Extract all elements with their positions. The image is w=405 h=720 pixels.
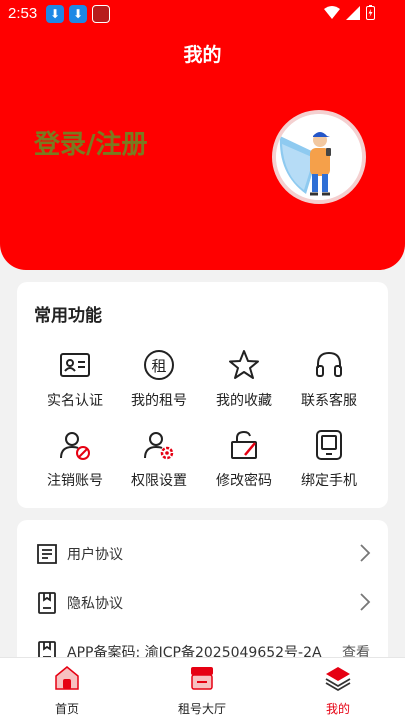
func-change-password[interactable]: 修改密码 <box>198 428 290 490</box>
func-label: 权限设置 <box>131 473 187 489</box>
lock-edit-icon <box>231 430 257 459</box>
func-favorites[interactable]: 我的收藏 <box>198 348 290 410</box>
common-functions-card: 常用功能 实名认证 租 我的租号 我的收藏 联系客服 注销账号 权限设置 修改密… <box>17 282 388 508</box>
func-label: 实名认证 <box>47 393 103 409</box>
tab-label: 租号大厅 <box>177 702 226 716</box>
notification-icons: ⬇ ⬇ <box>46 5 110 23</box>
page-title: 我的 <box>183 44 222 66</box>
tab-mine[interactable]: 我的 <box>288 664 388 717</box>
tab-home[interactable]: 首页 <box>17 664 117 717</box>
func-my-rentals[interactable]: 租 我的租号 <box>113 348 205 410</box>
section-title: 常用功能 <box>34 306 102 326</box>
home-icon <box>55 666 79 690</box>
func-customer-service[interactable]: 联系客服 <box>283 348 375 410</box>
func-real-name-auth[interactable]: 实名认证 <box>29 348 121 410</box>
layers-icon <box>325 667 351 692</box>
func-label: 我的租号 <box>131 393 187 409</box>
func-bind-phone[interactable]: 绑定手机 <box>283 428 375 490</box>
battery-icon <box>366 5 375 20</box>
download-icon: ⬇ <box>46 5 64 23</box>
tab-label: 首页 <box>54 702 79 716</box>
tab-label: 我的 <box>325 702 350 716</box>
download-icon: ⬇ <box>69 5 87 23</box>
phone-icon <box>316 430 342 460</box>
func-label: 联系客服 <box>301 393 357 409</box>
func-cancel-account[interactable]: 注销账号 <box>29 428 121 490</box>
func-permission-settings[interactable]: 权限设置 <box>113 428 205 490</box>
func-label: 注销账号 <box>47 473 103 489</box>
func-label: 修改密码 <box>216 473 272 489</box>
func-label: 我的收藏 <box>216 393 272 409</box>
avatar-illustration <box>276 114 362 200</box>
list-label: 隐私协议 <box>67 596 123 612</box>
chevron-right-icon <box>360 593 371 611</box>
list-item-user-agreement[interactable]: 用户协议 <box>17 530 388 578</box>
user-cancel-icon <box>60 432 90 460</box>
star-icon <box>229 350 259 379</box>
app-notification-icon <box>92 5 110 23</box>
tab-rental-hall[interactable]: 租号大厅 <box>152 664 252 717</box>
document-icon <box>37 544 57 564</box>
func-label: 绑定手机 <box>301 473 357 489</box>
status-time: 2:53 <box>8 5 38 22</box>
id-card-icon <box>60 353 90 377</box>
bottom-tab-bar: 首页 租号大厅 我的 <box>0 657 405 720</box>
list-item-privacy-agreement[interactable]: 隐私协议 <box>17 579 388 627</box>
profile-header: 2:53 ⬇ ⬇ 我的 登录/注册 <box>0 0 405 270</box>
rent-icon: 租 <box>144 350 174 380</box>
chevron-right-icon <box>360 544 371 562</box>
headset-icon <box>316 351 342 377</box>
wifi-icon <box>324 5 340 19</box>
list-label: 用户协议 <box>67 547 123 563</box>
shop-icon <box>191 667 213 690</box>
signal-icon <box>346 5 360 20</box>
privacy-icon <box>38 592 56 614</box>
avatar[interactable] <box>272 110 366 204</box>
status-bar: 2:53 ⬇ ⬇ <box>0 0 405 28</box>
login-register-link[interactable]: 登录/注册 <box>34 124 148 161</box>
user-settings-icon <box>144 432 174 460</box>
settings-list-card: 用户协议 隐私协议 APP备案码: 渝ICP备2025049652号-2A 查看 <box>17 520 388 680</box>
system-icons <box>324 5 375 20</box>
svg-text:租: 租 <box>151 357 166 375</box>
